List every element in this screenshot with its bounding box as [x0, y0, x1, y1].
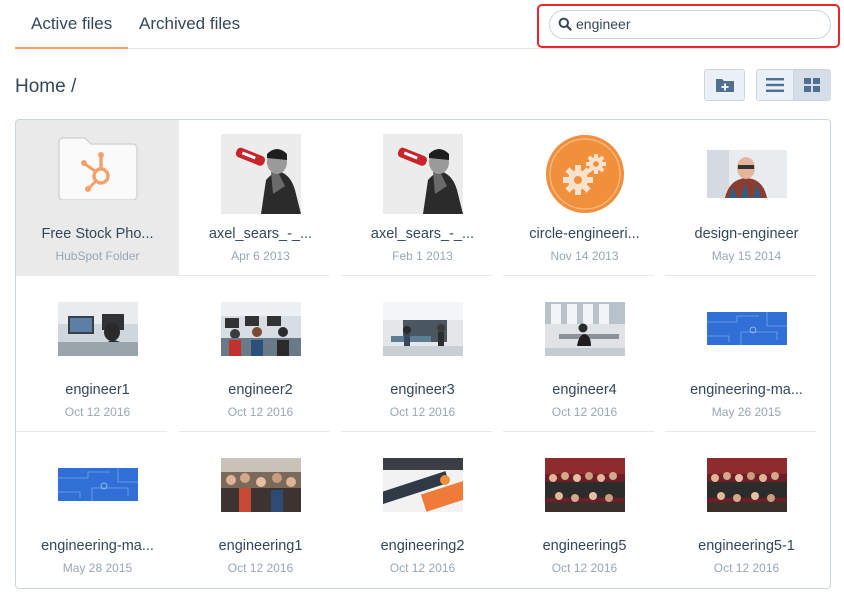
file-name: engineering-ma...	[690, 382, 803, 398]
file-card[interactable]: circle-engineeri... Nov 14 2013	[503, 120, 666, 276]
new-folder-button[interactable]	[704, 69, 745, 101]
file-meta: Oct 12 2016	[64, 405, 131, 419]
file-card[interactable]: engineering5 Oct 12 2016	[503, 432, 666, 588]
file-meta: Oct 12 2016	[713, 561, 780, 575]
file-card[interactable]: engineering-ma... May 26 2015	[665, 276, 828, 432]
folder-plus-icon	[716, 79, 734, 92]
file-name: engineering5-1	[698, 538, 795, 554]
file-name: engineering5	[542, 538, 627, 554]
file-meta: Nov 14 2013	[550, 249, 619, 263]
file-name: axel_sears_-_...	[208, 226, 313, 242]
thumbnail-image	[382, 134, 463, 214]
file-meta: Oct 12 2016	[389, 561, 456, 575]
file-name: axel_sears_-_...	[370, 226, 475, 242]
view-toggle	[756, 69, 831, 101]
file-name: engineering1	[218, 538, 303, 554]
file-card[interactable]: engineer4 Oct 12 2016	[503, 276, 666, 432]
file-card[interactable]: Free Stock Pho... HubSpot Folder	[16, 120, 179, 276]
tab-active-files[interactable]: Active files	[15, 0, 129, 49]
hubspot-folder-icon	[57, 137, 138, 200]
breadcrumb: Home /	[15, 76, 77, 97]
file-meta: Oct 12 2016	[227, 405, 294, 419]
file-meta: Oct 12 2016	[551, 561, 618, 575]
thumbnail-image	[544, 302, 625, 356]
file-name: engineering2	[380, 538, 465, 554]
file-name: engineer1	[65, 382, 130, 398]
file-meta: Apr 6 2013	[231, 249, 290, 263]
file-card[interactable]: engineering1 Oct 12 2016	[179, 432, 342, 588]
file-meta: Feb 1 2013	[392, 249, 453, 263]
thumbnail-image	[382, 458, 463, 512]
file-meta: Oct 12 2016	[389, 405, 456, 419]
gears-circle-image	[545, 135, 624, 213]
file-name: engineer3	[390, 382, 455, 398]
search-input[interactable]	[576, 13, 816, 35]
file-meta: HubSpot Folder	[55, 249, 140, 263]
file-card[interactable]: engineer2 Oct 12 2016	[179, 276, 342, 432]
file-meta: May 28 2015	[62, 561, 133, 575]
thumbnail-image	[220, 458, 301, 512]
file-name: Free Stock Pho...	[41, 226, 154, 242]
file-meta: May 26 2015	[711, 405, 782, 419]
thumbnail-image	[220, 302, 301, 356]
grid-view-button[interactable]	[794, 70, 831, 100]
file-meta: Oct 12 2016	[551, 405, 618, 419]
file-card[interactable]: axel_sears_-_... Apr 6 2013	[179, 120, 342, 276]
file-meta: May 15 2014	[711, 249, 782, 263]
file-card[interactable]: engineer3 Oct 12 2016	[341, 276, 504, 432]
list-view-button[interactable]	[757, 70, 794, 100]
file-meta: Oct 12 2016	[227, 561, 294, 575]
thumbnail-image	[706, 458, 787, 512]
file-card[interactable]: axel_sears_-_... Feb 1 2013	[341, 120, 504, 276]
file-name: design-engineer	[694, 226, 799, 242]
file-card[interactable]: engineering2 Oct 12 2016	[341, 432, 504, 588]
thumbnail-image	[57, 302, 138, 356]
search-icon	[558, 17, 572, 31]
thumbnail-image	[544, 458, 625, 512]
tab-archived-files[interactable]: Archived files	[123, 0, 256, 49]
blueprint-image	[706, 312, 787, 345]
file-card[interactable]: engineer1 Oct 12 2016	[16, 276, 179, 432]
file-grid: Free Stock Pho... HubSpot Folder axel_se…	[15, 119, 831, 589]
thumbnail-image	[220, 134, 301, 214]
file-card[interactable]: design-engineer May 15 2014	[665, 120, 828, 276]
file-name: engineering-ma...	[41, 538, 154, 554]
file-name: engineer4	[552, 382, 617, 398]
thumbnail-image	[706, 150, 787, 198]
file-card[interactable]: engineering5-1 Oct 12 2016	[665, 432, 828, 588]
thumbnail-image	[382, 302, 463, 356]
blueprint-image	[57, 468, 138, 501]
file-card[interactable]: engineering-ma... May 28 2015	[16, 432, 179, 588]
file-name: engineer2	[228, 382, 293, 398]
grid-view-icon	[804, 78, 820, 92]
file-name: circle-engineeri...	[529, 226, 640, 242]
list-view-icon	[766, 78, 784, 92]
